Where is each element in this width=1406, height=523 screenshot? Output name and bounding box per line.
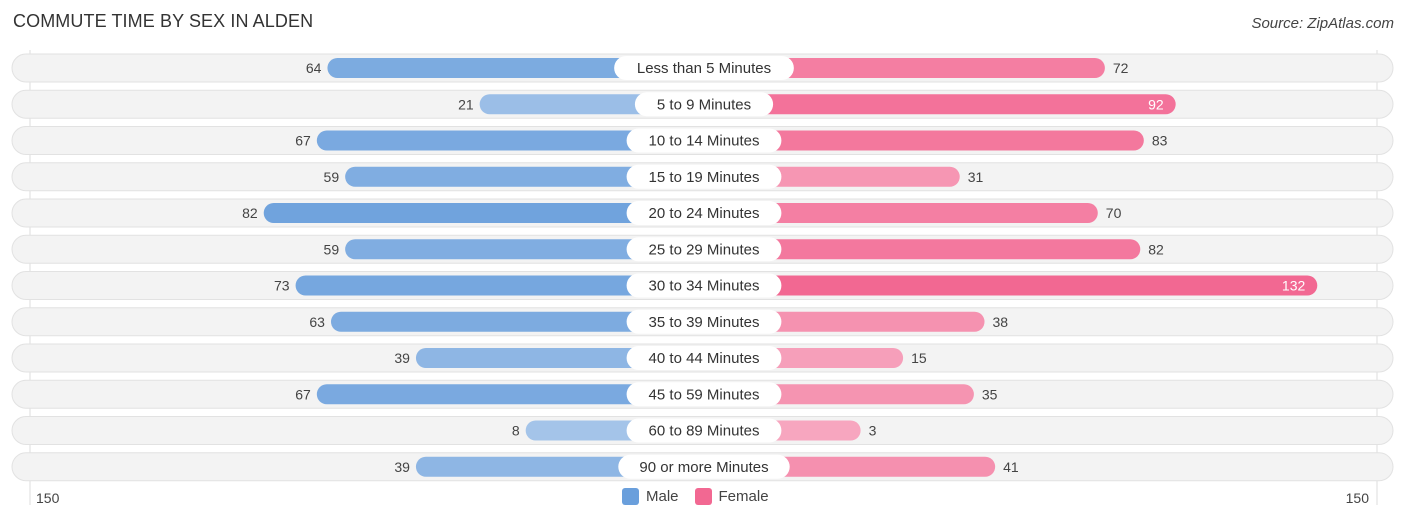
category-label: 5 to 9 Minutes [657,96,751,113]
female-value-label: 35 [982,386,998,402]
male-value-label: 64 [306,60,322,76]
female-value-label: 70 [1106,205,1122,221]
female-value-label: 82 [1148,241,1164,257]
female-value-label: 41 [1003,459,1019,475]
male-value-label: 63 [309,314,325,330]
category-label: 10 to 14 Minutes [649,133,760,150]
female-value-label: 72 [1113,60,1129,76]
category-label: 90 or more Minutes [639,459,768,476]
category-label: 45 to 59 Minutes [649,386,760,403]
male-value-label: 82 [242,205,258,221]
category-label: Less than 5 Minutes [637,60,771,77]
category-label: 20 to 24 Minutes [649,205,760,222]
male-value-label: 73 [274,278,290,294]
chart-svg: 64 72 Less than 5 Minutes 21 92 5 to 9 Minute… [11,50,1394,506]
male-value-label: 21 [458,96,474,112]
male-value-label: 67 [295,133,311,149]
legend-label-female: Female [718,488,769,505]
male-value-label: 39 [394,459,410,475]
female-value-label: 15 [911,350,927,366]
legend-label-male: Male [646,488,679,505]
female-value-label: 31 [968,169,984,185]
female-bar [704,94,1176,115]
female-bar [704,275,1318,296]
male-value-label: 59 [324,169,340,185]
category-label: 25 to 29 Minutes [649,241,760,258]
male-value-label: 8 [512,423,520,439]
category-label: 15 to 19 Minutes [649,169,760,186]
male-value-label: 59 [324,241,340,257]
female-value-label: 38 [993,314,1009,330]
axis-label-left: 150 [36,490,60,506]
legend-item-male: Male [622,488,679,505]
legend-item-female: Female [694,488,769,505]
axis-label-right: 150 [1346,490,1370,506]
female-value-label: 83 [1152,133,1168,149]
female-value-label: 92 [1148,96,1164,112]
category-label: 30 to 34 Minutes [649,278,760,295]
female-value-label: 3 [869,423,877,439]
category-label: 35 to 39 Minutes [649,314,760,331]
legend-swatch-female [694,488,712,505]
category-label: 40 to 44 Minutes [649,350,760,367]
male-value-label: 67 [295,386,311,402]
male-value-label: 39 [394,350,410,366]
legend: Male Female [622,488,785,505]
category-label: 60 to 89 Minutes [649,423,760,440]
legend-swatch-male [622,488,639,505]
female-value-label: 132 [1282,278,1306,294]
